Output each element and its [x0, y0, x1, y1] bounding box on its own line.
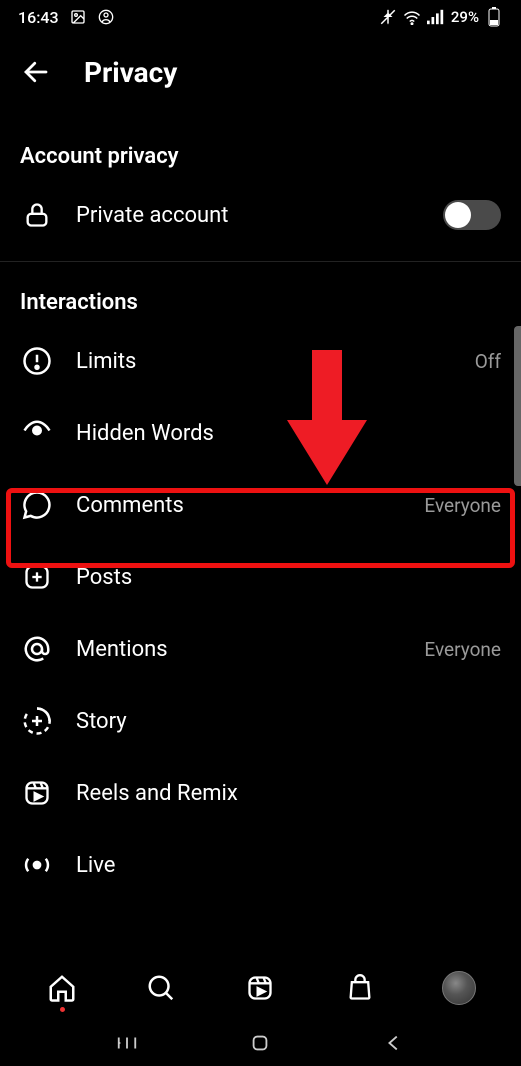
bottom-nav: [0, 956, 521, 1020]
recents-icon: [116, 1032, 138, 1054]
page-header: Privacy: [0, 34, 521, 116]
row-posts[interactable]: Posts: [0, 541, 521, 613]
section-title-interactions: Interactions: [0, 262, 521, 325]
battery-icon: [485, 8, 503, 26]
status-left: 16:43: [18, 8, 115, 27]
row-private-account[interactable]: Private account: [0, 179, 521, 251]
shop-icon: [346, 974, 374, 1002]
comments-label: Comments: [76, 493, 402, 518]
mentions-value: Everyone: [424, 638, 501, 661]
sys-back[interactable]: [378, 1027, 410, 1059]
row-story[interactable]: Story: [0, 685, 521, 757]
comment-icon: [20, 488, 54, 522]
reels-icon: [20, 776, 54, 810]
signal-icon: [427, 8, 445, 26]
row-limits[interactable]: Limits Off: [0, 325, 521, 397]
wifi-icon: [403, 8, 421, 26]
system-nav: [0, 1020, 521, 1066]
status-time: 16:43: [18, 8, 59, 27]
row-live[interactable]: Live: [0, 829, 521, 901]
mute-icon: [379, 8, 397, 26]
nav-shop[interactable]: [340, 968, 380, 1008]
mentions-label: Mentions: [76, 637, 402, 662]
scrollbar[interactable]: [514, 326, 521, 486]
status-right: 29%: [379, 8, 503, 26]
row-reels[interactable]: Reels and Remix: [0, 757, 521, 829]
limits-label: Limits: [76, 349, 453, 374]
sys-home[interactable]: [244, 1027, 276, 1059]
row-hidden-words[interactable]: Hidden Words: [0, 397, 521, 469]
avatar-icon: [442, 971, 476, 1005]
comments-value: Everyone: [424, 494, 501, 517]
posts-label: Posts: [76, 565, 501, 590]
reels-nav-icon: [246, 974, 274, 1002]
hidden-words-label: Hidden Words: [76, 421, 501, 446]
private-account-toggle[interactable]: [443, 200, 501, 230]
live-icon: [20, 848, 54, 882]
hidden-eye-icon: [20, 416, 54, 450]
alert-circle-icon: [20, 344, 54, 378]
limits-value: Off: [475, 350, 501, 373]
at-icon: [20, 632, 54, 666]
back-arrow-icon: [21, 57, 51, 87]
screen: 16:43 29%: [0, 0, 521, 1066]
reels-label: Reels and Remix: [76, 781, 501, 806]
status-bar: 16:43 29%: [0, 0, 521, 34]
battery-percent: 29%: [451, 8, 479, 26]
lock-icon: [20, 198, 54, 232]
sys-home-icon: [249, 1032, 271, 1054]
section-title-account-privacy: Account privacy: [0, 116, 521, 179]
search-icon: [146, 973, 176, 1003]
nav-home[interactable]: [42, 968, 82, 1008]
private-account-label: Private account: [76, 203, 421, 228]
home-icon: [47, 973, 77, 1003]
back-button[interactable]: [16, 52, 56, 92]
sys-back-icon: [383, 1032, 405, 1054]
nav-reels[interactable]: [240, 968, 280, 1008]
toggle-knob: [445, 202, 471, 228]
sys-recents[interactable]: [111, 1027, 143, 1059]
live-label: Live: [76, 853, 501, 878]
nav-profile[interactable]: [439, 968, 479, 1008]
image-indicator-icon: [69, 8, 87, 26]
story-label: Story: [76, 709, 501, 734]
profile-indicator-icon: [97, 8, 115, 26]
nav-search[interactable]: [141, 968, 181, 1008]
row-mentions[interactable]: Mentions Everyone: [0, 613, 521, 685]
plus-square-icon: [20, 560, 54, 594]
nav-home-dot: [60, 1007, 65, 1012]
story-icon: [20, 704, 54, 738]
page-title: Privacy: [84, 56, 177, 89]
row-comments[interactable]: Comments Everyone: [0, 469, 521, 541]
